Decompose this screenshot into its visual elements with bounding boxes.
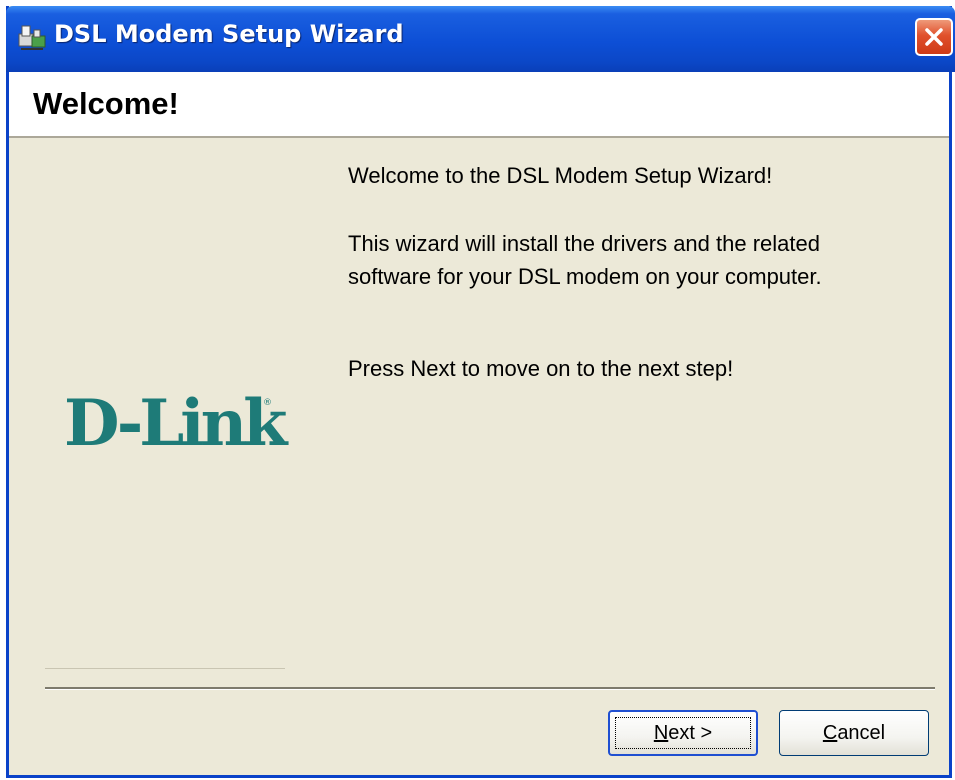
next-button[interactable]: Next >	[608, 710, 758, 756]
cancel-button[interactable]: Cancel	[779, 710, 929, 756]
next-instruction: Press Next to move on to the next step!	[348, 356, 734, 381]
cancel-mnemonic: C	[822, 722, 838, 744]
next-mnemonic: N	[653, 722, 669, 744]
dlink-logo: D-Link	[64, 386, 287, 461]
wizard-description: This wizard will install the drivers and…	[348, 231, 822, 289]
wizard-header: Welcome!	[9, 72, 949, 138]
button-area-divider	[45, 687, 935, 690]
focus-rect: Next >	[615, 717, 751, 749]
close-icon	[925, 28, 943, 46]
title-bar[interactable]: DSL Modem Setup Wizard	[6, 6, 955, 72]
wizard-window: DSL Modem Setup Wizard Welcome! Welcome …	[6, 6, 955, 778]
window-title: DSL Modem Setup Wizard	[54, 20, 404, 48]
short-divider	[45, 668, 285, 669]
setup-wizard-icon	[16, 22, 48, 54]
close-button[interactable]	[915, 18, 953, 56]
registered-mark: ®	[263, 398, 272, 408]
next-label: ext >	[668, 722, 713, 744]
page-title: Welcome!	[33, 86, 179, 121]
cancel-label: ancel	[837, 722, 886, 744]
welcome-heading: Welcome to the DSL Modem Setup Wizard!	[348, 163, 773, 188]
